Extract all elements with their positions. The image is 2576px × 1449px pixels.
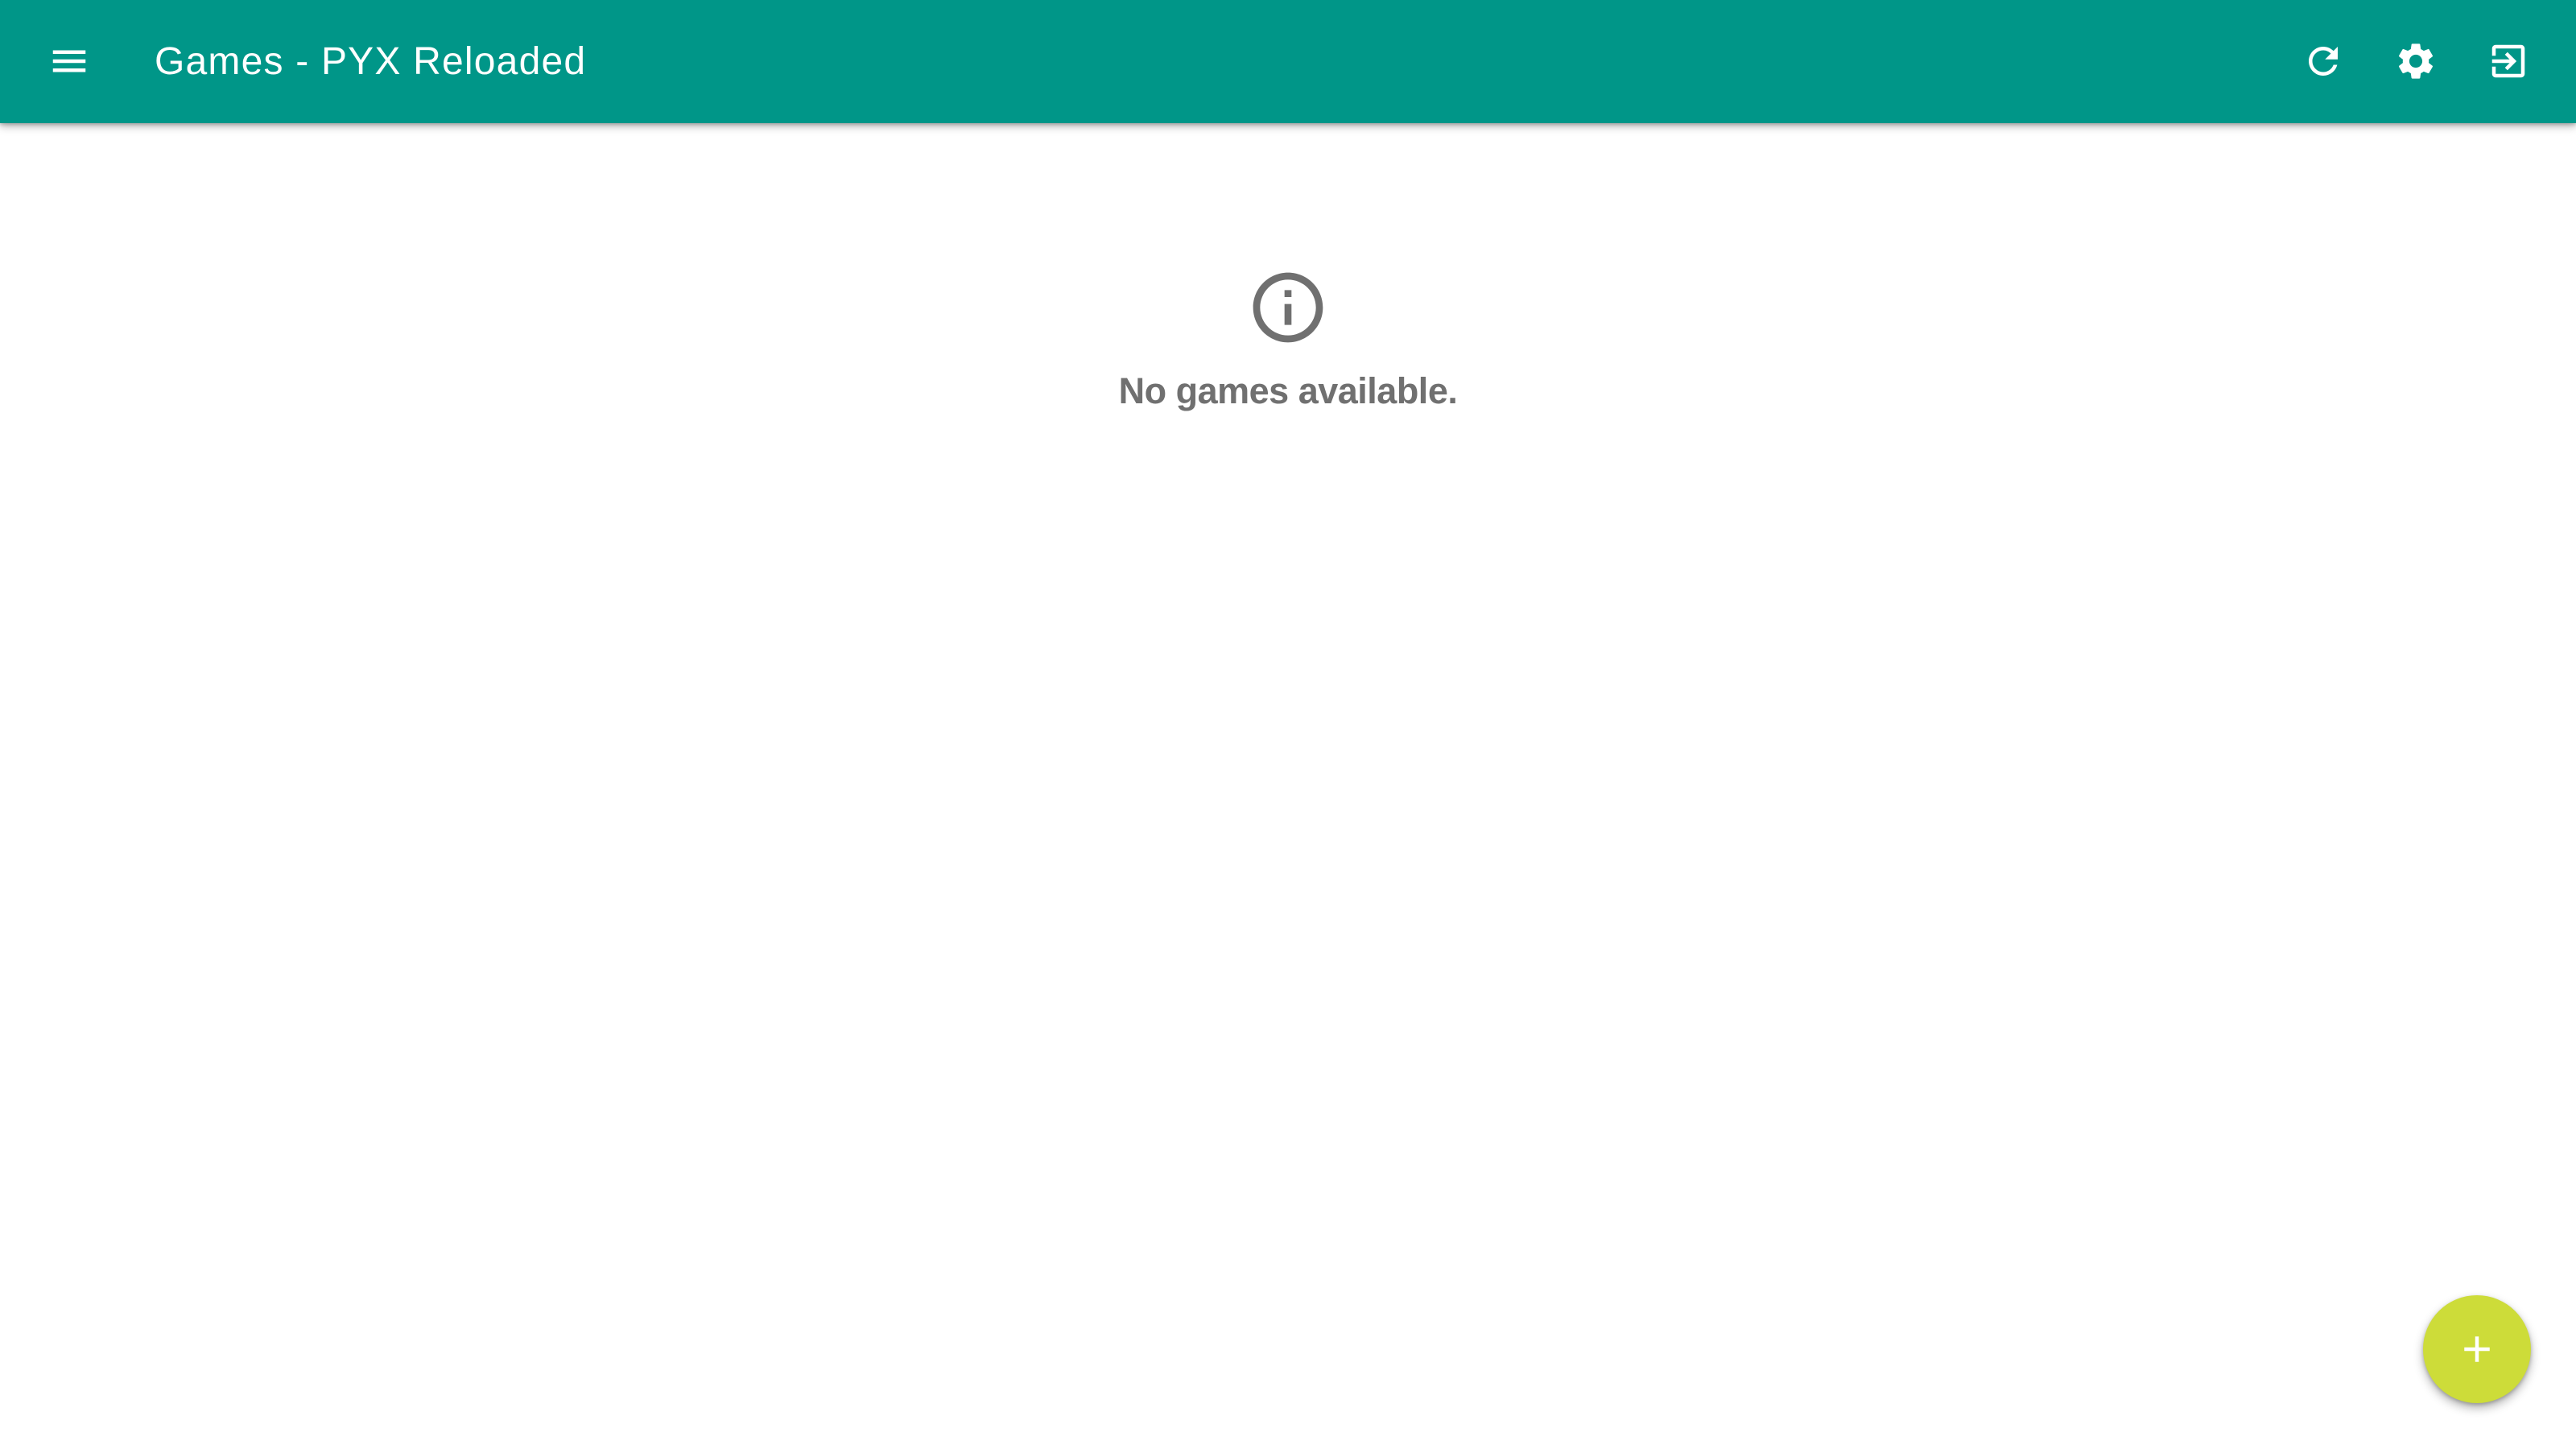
- menu-button[interactable]: [24, 16, 114, 106]
- empty-state-message: No games available.: [1118, 370, 1458, 411]
- logout-icon: [2491, 44, 2525, 78]
- page-title: Games - PYX Reloaded: [155, 40, 587, 83]
- info-icon: [1246, 266, 1330, 349]
- logout-button[interactable]: [2463, 16, 2553, 106]
- gear-icon: [2398, 43, 2434, 79]
- settings-button[interactable]: [2371, 16, 2461, 106]
- plus-icon: [2464, 1336, 2490, 1362]
- games-screen: Games - PYX Reloaded No games available.: [0, 0, 2576, 1449]
- refresh-button[interactable]: [2278, 16, 2368, 106]
- refresh-icon: [2309, 47, 2338, 76]
- app-toolbar: Games - PYX Reloaded: [0, 0, 2576, 123]
- menu-icon: [52, 50, 86, 72]
- create-game-button[interactable]: [2423, 1295, 2531, 1403]
- empty-state: No games available.: [0, 266, 2576, 412]
